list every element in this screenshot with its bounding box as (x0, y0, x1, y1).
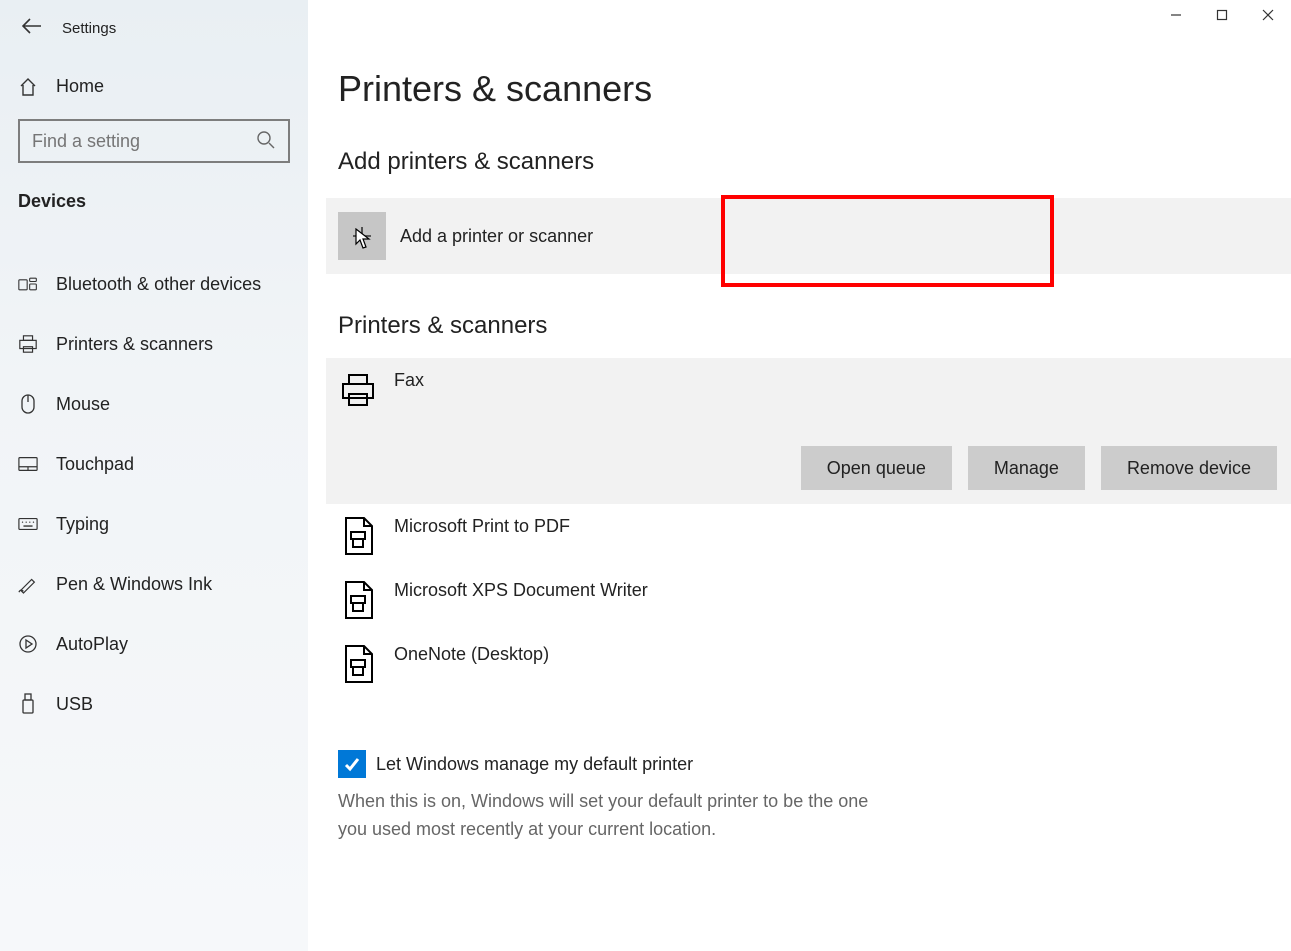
nav-list: Bluetooth & other devices Printers & sca… (0, 254, 308, 734)
nav-item-label: Touchpad (56, 454, 134, 475)
app-title: Settings (62, 20, 116, 37)
nav-item-label: AutoPlay (56, 634, 128, 655)
home-label: Home (56, 76, 104, 97)
nav-touchpad[interactable]: Touchpad (0, 434, 308, 494)
print-to-file-icon (338, 580, 378, 620)
default-printer-section: Let Windows manage my default printer Wh… (338, 750, 898, 844)
window-controls (1153, 0, 1291, 30)
search-icon (256, 130, 276, 155)
mouse-icon (18, 393, 38, 415)
device-onenote[interactable]: OneNote (Desktop) (326, 632, 1291, 696)
search-field-wrap (18, 119, 290, 163)
print-to-file-icon (338, 516, 378, 556)
close-button[interactable] (1245, 0, 1291, 30)
default-printer-label: Let Windows manage my default printer (376, 754, 693, 775)
minimize-button[interactable] (1153, 0, 1199, 30)
device-actions: Open queue Manage Remove device (338, 446, 1291, 490)
section-add-title: Add printers & scanners (308, 110, 1291, 176)
main-panel: Printers & scanners Add printers & scann… (308, 0, 1291, 951)
printer-icon (18, 333, 38, 355)
add-printer-row[interactable]: Add a printer or scanner (326, 198, 1291, 274)
nav-printers-scanners[interactable]: Printers & scanners (0, 314, 308, 374)
page-title: Printers & scanners (308, 0, 1291, 110)
device-xps-writer[interactable]: Microsoft XPS Document Writer (326, 568, 1291, 632)
autoplay-icon (18, 634, 38, 654)
nav-item-label: Pen & Windows Ink (56, 574, 212, 595)
home-icon (18, 77, 38, 97)
usb-icon (18, 693, 38, 715)
print-to-file-icon (338, 644, 378, 684)
nav-home[interactable]: Home (0, 46, 308, 97)
default-printer-checkbox[interactable] (338, 750, 366, 778)
printer-icon (338, 370, 378, 410)
add-printer-label: Add a printer or scanner (400, 226, 593, 247)
device-name: Microsoft Print to PDF (394, 516, 570, 537)
nav-item-label: Mouse (56, 394, 110, 415)
sidebar-category: Devices (0, 163, 308, 212)
nav-usb[interactable]: USB (0, 674, 308, 734)
nav-item-label: USB (56, 694, 93, 715)
default-printer-description: When this is on, Windows will set your d… (338, 788, 898, 844)
device-fax[interactable]: Fax Open queue Manage Remove device (326, 358, 1291, 504)
nav-item-label: Bluetooth & other devices (56, 274, 261, 295)
nav-item-label: Printers & scanners (56, 334, 213, 355)
nav-autoplay[interactable]: AutoPlay (0, 614, 308, 674)
open-queue-button[interactable]: Open queue (801, 446, 952, 490)
search-input[interactable] (18, 119, 290, 163)
device-list: Fax Open queue Manage Remove device Micr… (308, 358, 1291, 696)
remove-device-button[interactable]: Remove device (1101, 446, 1277, 490)
back-icon[interactable] (22, 17, 42, 40)
pen-icon (18, 574, 38, 594)
nav-pen-ink[interactable]: Pen & Windows Ink (0, 554, 308, 614)
nav-mouse[interactable]: Mouse (0, 374, 308, 434)
nav-typing[interactable]: Typing (0, 494, 308, 554)
bluetooth-devices-icon (18, 275, 38, 293)
device-name: OneNote (Desktop) (394, 644, 549, 665)
sidebar: Settings Home Devices Bluetooth & other … (0, 0, 308, 951)
plus-icon (338, 212, 386, 260)
cursor-icon (355, 228, 373, 250)
manage-button[interactable]: Manage (968, 446, 1085, 490)
section-list-title: Printers & scanners (308, 274, 1291, 340)
device-name: Microsoft XPS Document Writer (394, 580, 648, 601)
nav-bluetooth[interactable]: Bluetooth & other devices (0, 254, 308, 314)
touchpad-icon (18, 456, 38, 472)
keyboard-icon (18, 517, 38, 531)
device-name: Fax (394, 370, 424, 391)
maximize-button[interactable] (1199, 0, 1245, 30)
device-print-to-pdf[interactable]: Microsoft Print to PDF (326, 504, 1291, 568)
nav-item-label: Typing (56, 514, 109, 535)
